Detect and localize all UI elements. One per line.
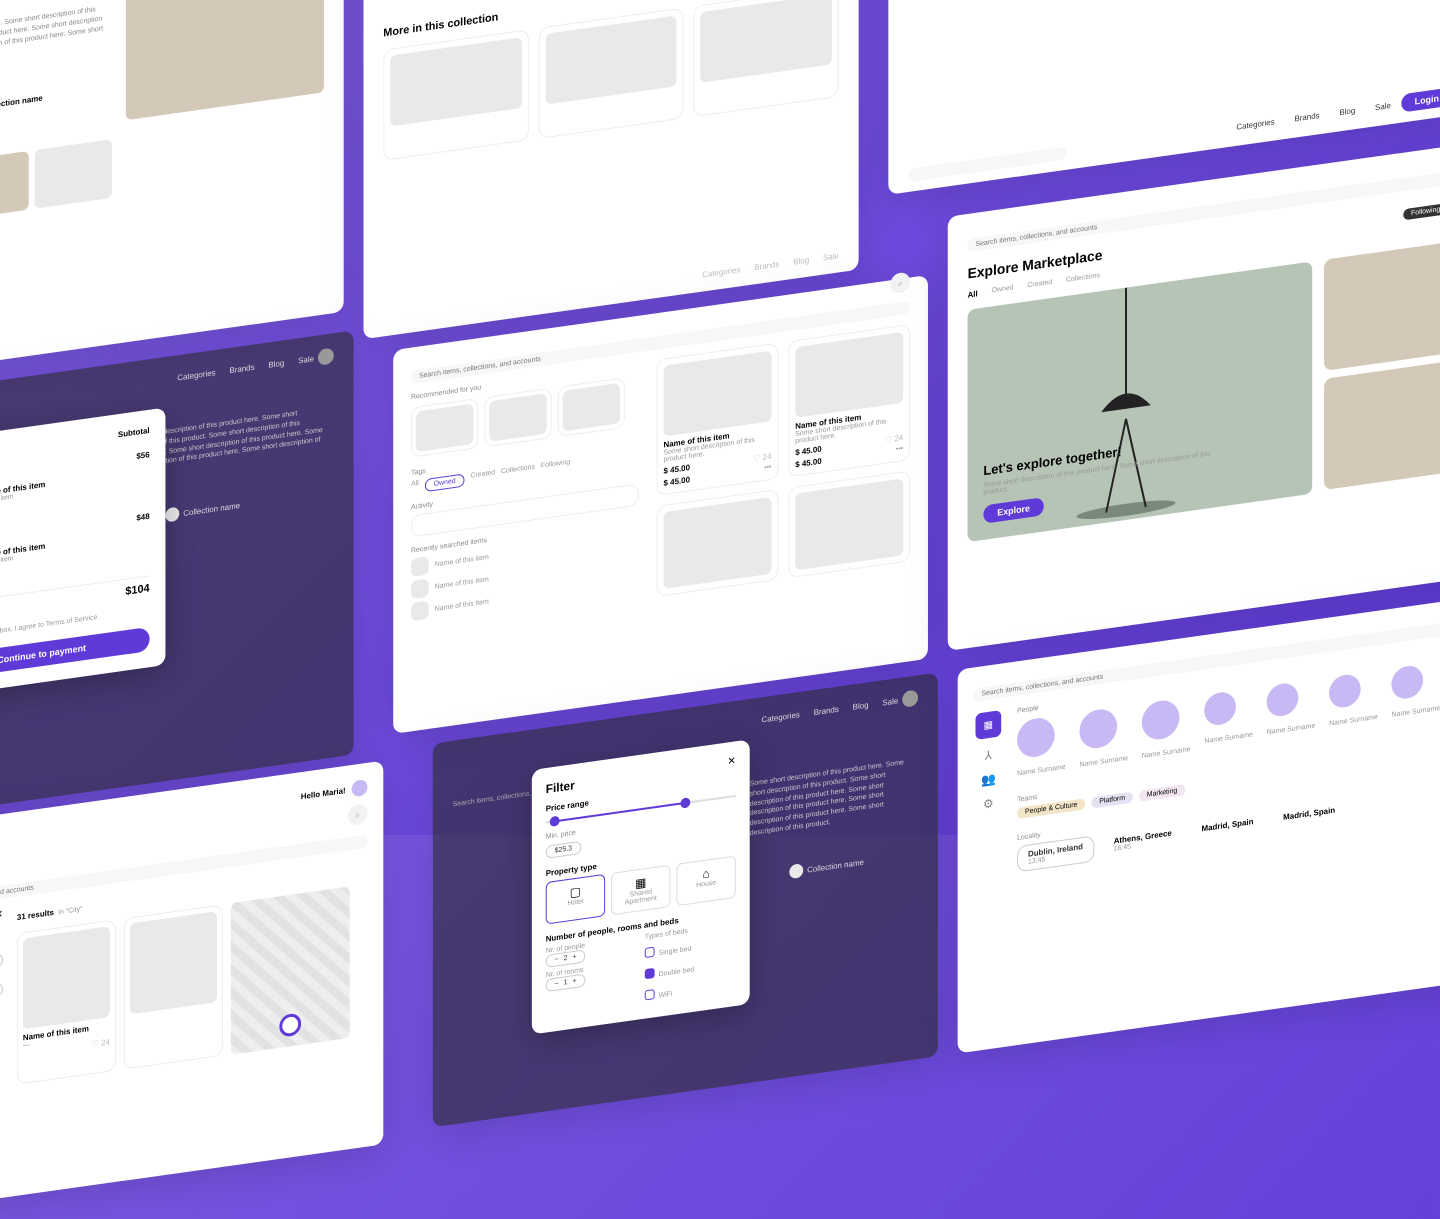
explore-tab[interactable]: Created: [1027, 279, 1052, 292]
listing-card[interactable]: Name of this item — ♡ 24: [17, 919, 116, 1084]
user-greeting: Hello Maria!: [301, 786, 346, 801]
collection-name: Collection name: [0, 93, 43, 111]
close-icon[interactable]: ✕: [0, 909, 3, 921]
person-card[interactable]: Name Surname: [1017, 714, 1066, 780]
search-tab[interactable]: Following: [541, 459, 570, 476]
explore-tab[interactable]: All: [968, 289, 978, 300]
item-card[interactable]: [657, 489, 779, 597]
side-image[interactable]: [1324, 237, 1440, 370]
person-card[interactable]: Name Surname: [1329, 670, 1378, 736]
checkout-subtotal-label: Subtotal: [118, 426, 150, 445]
collection-card[interactable]: [694, 0, 839, 117]
sidebar-settings-icon[interactable]: ⚙: [983, 796, 994, 812]
collection-name: Collection name: [183, 500, 240, 517]
recommended-card[interactable]: [558, 377, 625, 437]
explore-marketplace-screen: Explore Marketplace Following Activity A…: [948, 139, 1440, 651]
login-button[interactable]: Login: [1401, 87, 1440, 112]
search-tab-active[interactable]: Owned: [425, 473, 465, 492]
search-tab[interactable]: Collections: [501, 464, 535, 482]
product-thumb[interactable]: [0, 151, 29, 220]
checkout-total: $104: [125, 582, 149, 598]
person-card[interactable]: Name Surname: [1267, 679, 1316, 745]
explore-tab[interactable]: Collections: [1066, 272, 1100, 286]
product-thumb[interactable]: [35, 139, 112, 208]
nav-categories[interactable]: Categories: [702, 265, 740, 279]
filter-modal: Filter✕ Price range Min. price $25.3 Pro…: [532, 739, 750, 1034]
nav-brands[interactable]: Brands: [1294, 110, 1319, 123]
minus-icon[interactable]: −: [555, 956, 559, 964]
search-tab[interactable]: Created: [470, 469, 495, 486]
following-pill[interactable]: Following: [1403, 203, 1440, 220]
sidebar-branch-icon[interactable]: ⅄: [985, 748, 992, 763]
user-avatar[interactable]: [902, 689, 918, 707]
filter-title: Filter: [546, 778, 575, 796]
locality-chip-active[interactable]: Dublin, Ireland13:45: [1017, 835, 1094, 872]
search-icon[interactable]: ⌕: [890, 271, 910, 294]
side-image[interactable]: [1324, 357, 1440, 490]
checkout-modal: Checkout Subtotal Items $56 Name of this…: [0, 407, 165, 699]
user-avatar[interactable]: [318, 347, 334, 365]
nav-brands[interactable]: Brands: [754, 260, 779, 273]
collection-card[interactable]: [383, 29, 528, 160]
nav-categories[interactable]: Categories: [1236, 117, 1274, 131]
user-avatar[interactable]: [352, 779, 368, 797]
listing-card[interactable]: [124, 904, 223, 1069]
collection-card[interactable]: [538, 7, 683, 138]
close-icon[interactable]: ✕: [728, 755, 736, 770]
checkout-price2: $48: [136, 512, 149, 523]
checkout-price1: $56: [136, 450, 149, 461]
item-card[interactable]: Name of this item Some short description…: [657, 343, 779, 496]
sidebar-item-active[interactable]: ▦: [975, 710, 1001, 740]
person-card[interactable]: Name Surname: [1392, 662, 1440, 728]
results-count: 31 results: [17, 908, 54, 922]
locality-chip[interactable]: Madrid, Spain: [1192, 812, 1264, 848]
recommended-card[interactable]: [484, 388, 551, 448]
nav-blog[interactable]: Blog: [793, 255, 809, 266]
person-card[interactable]: Name Surname: [1079, 705, 1128, 771]
people-directory-screen: ▦ ⅄ 👥 ⚙ People Name Surname Name Surname…: [958, 592, 1440, 1054]
checkout-backdrop: Categories Brands Blog Sale Some short d…: [0, 331, 354, 819]
listing-screen: Hello Maria! ⌕ App Name✕ Filter Min. pri…: [0, 761, 383, 1214]
item-card[interactable]: [788, 470, 910, 578]
team-chip[interactable]: Platform: [1091, 792, 1133, 809]
team-chip[interactable]: Marketing: [1139, 784, 1185, 802]
filter-backdrop: Categories Brands Blog Sale Search items…: [433, 673, 938, 1128]
search-tab[interactable]: All: [411, 480, 419, 494]
item-card[interactable]: Name of this item Some short description…: [788, 324, 910, 477]
nav-sale[interactable]: Sale: [1375, 100, 1391, 111]
product-detail-screen-2: Tag Tag Tag Name Surname Collection name: [364, 0, 859, 339]
search-discovery-screen: ⌕ Recommended for you Tags All Owned Cre…: [393, 275, 928, 734]
single-bed-checkbox[interactable]: [645, 946, 655, 957]
plus-icon[interactable]: +: [572, 954, 576, 962]
collection-icon: [165, 506, 179, 522]
nav-blog[interactable]: Blog: [1339, 105, 1355, 116]
sidebar-users-icon[interactable]: 👥: [981, 771, 996, 787]
explore-tab[interactable]: Owned: [992, 284, 1014, 296]
double-bed-checkbox[interactable]: [645, 968, 655, 979]
product-detail-screen: Product Title Some short description of …: [0, 0, 344, 381]
recommended-card[interactable]: [411, 398, 478, 458]
continue-payment-button[interactable]: Continue to payment: [0, 627, 150, 682]
prop-hotel[interactable]: ▢Hotel: [546, 874, 605, 925]
plus-icon[interactable]: +: [572, 978, 576, 986]
product-image-main: [126, 0, 324, 120]
person-card[interactable]: Name Surname: [1204, 688, 1253, 754]
prop-shared[interactable]: ▦Shared Apartment: [611, 865, 670, 916]
min-price-chip[interactable]: $25.3: [546, 841, 581, 859]
nav-sale[interactable]: Sale: [823, 251, 839, 262]
locality-chip[interactable]: Athens, Greece16:45: [1104, 823, 1182, 860]
search-input[interactable]: [908, 146, 1066, 181]
minus-icon[interactable]: −: [555, 980, 559, 988]
wifi-checkbox[interactable]: [645, 989, 655, 1000]
search-icon[interactable]: ⌕: [348, 803, 368, 826]
prop-house[interactable]: ⌂House: [676, 855, 735, 906]
person-card[interactable]: Name Surname: [1142, 697, 1191, 763]
locality-chip[interactable]: Madrid, Spain: [1273, 800, 1345, 836]
hero-card[interactable]: Let's explore together! Some short descr…: [968, 261, 1313, 542]
